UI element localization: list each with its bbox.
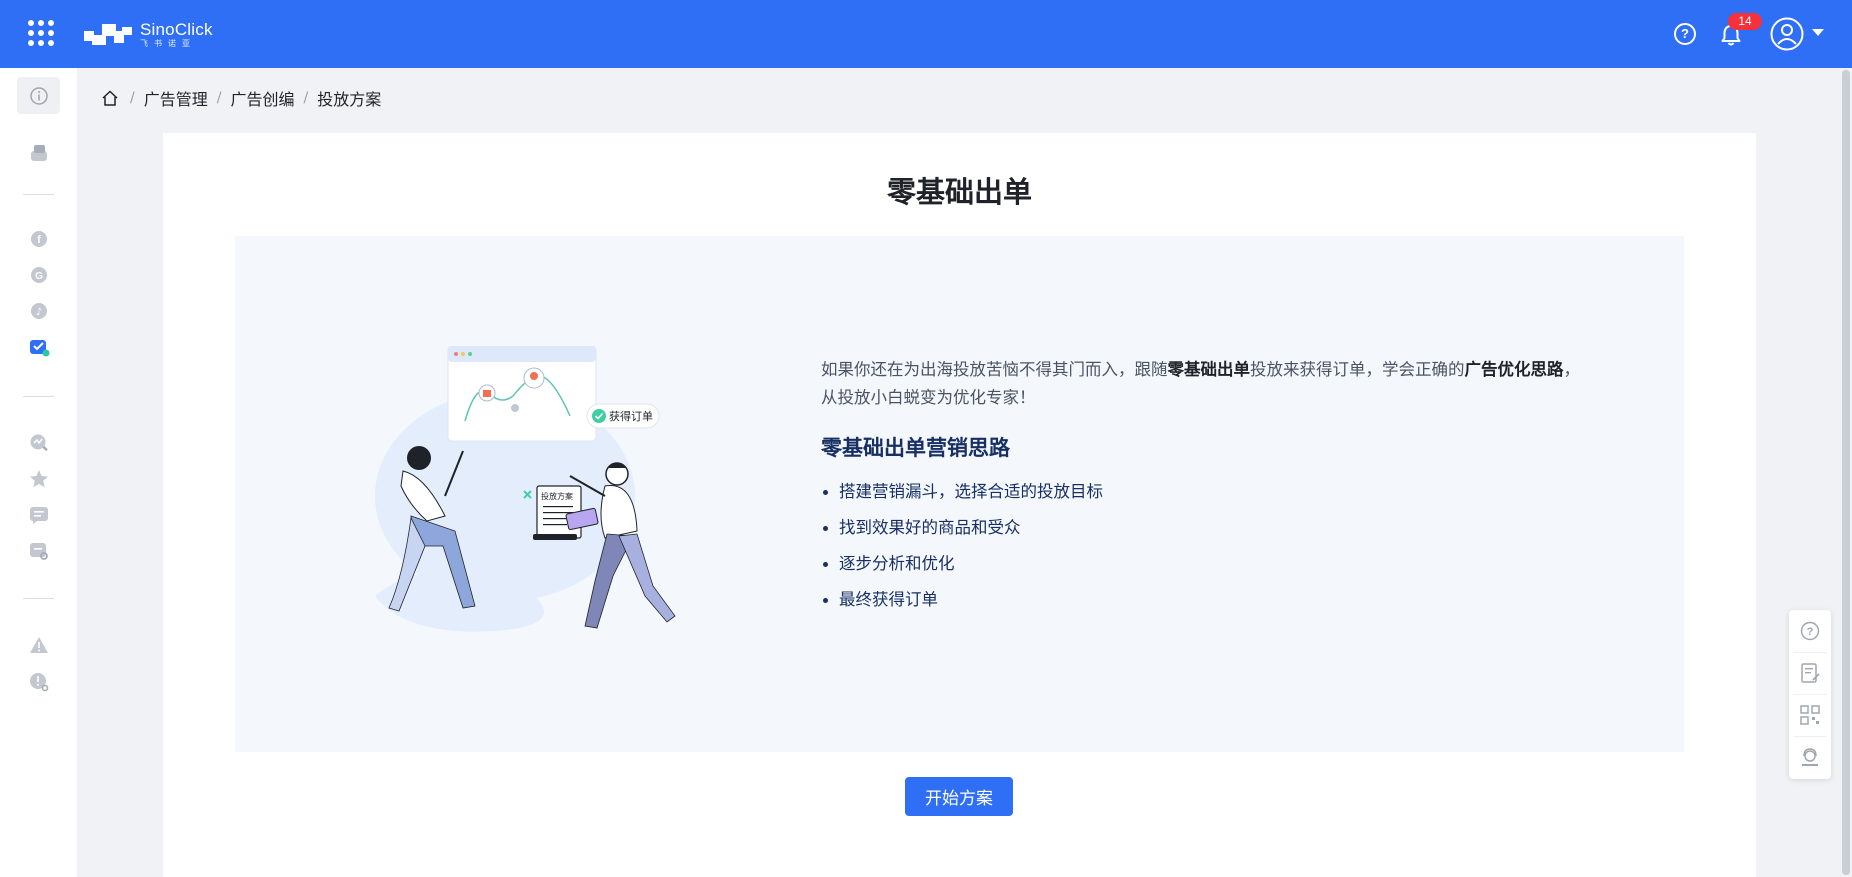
sidebar-item-facebook[interactable]: f xyxy=(26,226,52,252)
svg-text:♪: ♪ xyxy=(36,307,42,318)
floating-tools: ? xyxy=(1789,610,1831,779)
intro-paragraph: 如果你还在为出海投放苦恼不得其门而入，跟随零基础出单投放来获得订单，学会正确的广… xyxy=(821,356,1581,412)
breadcrumb-ad-management[interactable]: 广告管理 xyxy=(144,86,208,110)
breadcrumb-ad-creation[interactable]: 广告创编 xyxy=(230,86,294,110)
svg-text:G: G xyxy=(35,271,43,282)
facebook-icon: f xyxy=(31,231,47,247)
scroll-thumb[interactable] xyxy=(1842,70,1850,875)
home-icon[interactable] xyxy=(101,88,121,108)
list-item: 搭建营销漏斗，选择合适的投放目标 xyxy=(821,474,1581,510)
intro-text-part: 如果你还在为出海投放苦恼不得其门而入，跟随 xyxy=(821,360,1168,379)
sidebar-divider xyxy=(23,194,54,195)
google-icon: G xyxy=(31,267,47,283)
illustration-doc-label: 投放方案 xyxy=(541,491,573,501)
sidebar-item-warnings[interactable] xyxy=(26,633,52,659)
customer-service-icon xyxy=(1802,748,1818,766)
alert-search-icon xyxy=(30,673,49,692)
chat-search-icon xyxy=(30,543,48,560)
sidebar-item-favorites[interactable] xyxy=(26,466,52,492)
illustration: 获得订单 投放方案 xyxy=(375,346,676,632)
question-circle-icon[interactable]: ? xyxy=(1674,23,1696,45)
logo-mark-icon xyxy=(84,24,132,45)
logo-subtext: 飞书诺亚 xyxy=(140,38,196,48)
sidebar-item-info[interactable] xyxy=(17,77,60,114)
message-list-icon xyxy=(30,507,48,524)
sidebar-item-cards[interactable] xyxy=(26,140,52,166)
breadcrumb-current-page: 投放方案 xyxy=(317,90,382,109)
user-avatar-icon[interactable] xyxy=(1770,17,1804,51)
start-plan-button[interactable]: 开始方案 xyxy=(905,777,1013,816)
sidebar-item-campaign[interactable] xyxy=(26,334,52,360)
sidebar-divider xyxy=(23,396,54,397)
chart-search-icon xyxy=(30,434,48,452)
tiktok-icon: ♪ xyxy=(31,303,47,319)
info-circle-icon xyxy=(29,86,48,105)
list-item: 最终获得订单 xyxy=(821,582,1581,618)
sidebar-divider xyxy=(23,598,54,599)
question-circle-icon: ? xyxy=(1800,621,1820,641)
caret-down-icon[interactable] xyxy=(1812,29,1824,36)
section-title: 零基础出单营销思路 xyxy=(821,436,1010,460)
breadcrumb: / 广告管理 / 广告创编 / 投放方案 xyxy=(101,86,381,110)
strategy-list: 搭建营销漏斗，选择合适的投放目标 找到效果好的商品和受众 逐步分析和优化 最终获… xyxy=(821,474,1581,618)
sidebar-item-tiktok[interactable]: ♪ xyxy=(26,298,52,324)
sidebar-item-messages[interactable] xyxy=(26,502,52,528)
intro-panel: 获得订单 投放方案 如果你还在为出海投放苦恼不得其门而入，跟随零基础出单投放来获… xyxy=(235,236,1684,752)
star-icon xyxy=(30,470,48,488)
customer-service-tool-button[interactable] xyxy=(1789,736,1831,778)
top-bar: SinoClick 飞书诺亚 ? 14 xyxy=(0,0,1852,68)
qr-code-icon xyxy=(1800,705,1820,725)
sidebar-item-google[interactable]: G xyxy=(26,262,52,288)
warning-icon xyxy=(30,637,48,653)
sidebar-item-chat-search[interactable] xyxy=(26,538,52,564)
svg-text:?: ? xyxy=(1807,626,1814,638)
side-rail: f G ♪ xyxy=(0,68,77,877)
qr-code-tool-button[interactable] xyxy=(1789,694,1831,736)
breadcrumb-separator: / xyxy=(303,90,309,106)
breadcrumb-separator: / xyxy=(130,90,135,106)
page-title: 零基础出单 xyxy=(886,175,1032,209)
svg-text:f: f xyxy=(37,234,41,246)
sidebar-item-alerts[interactable] xyxy=(26,669,52,695)
sidebar-item-analytics[interactable] xyxy=(26,430,52,456)
notification-badge[interactable]: 14 xyxy=(1728,13,1762,30)
list-item: 找到效果好的商品和受众 xyxy=(821,510,1581,546)
list-item: 逐步分析和优化 xyxy=(821,546,1581,582)
sinoclick-logo[interactable]: SinoClick 飞书诺亚 xyxy=(84,20,213,48)
intro-text: 如果你还在为出海投放苦恼不得其门而入，跟随零基础出单投放来获得订单，学会正确的广… xyxy=(821,356,1581,618)
apps-grid-icon[interactable] xyxy=(28,20,54,46)
logo-text: SinoClick xyxy=(140,19,213,39)
feedback-tool-button[interactable] xyxy=(1789,652,1831,694)
help-tool-button[interactable]: ? xyxy=(1789,610,1831,652)
intro-bold-optimization: 广告优化思路 xyxy=(1464,360,1564,379)
feedback-edit-icon xyxy=(1801,663,1820,683)
content-card: 零基础出单 获得订单 投放方案 如果你还在为出海投放苦恼不得其门而入，跟随零基础… xyxy=(163,133,1756,877)
illustration-badge-label: 获得订单 xyxy=(609,410,653,423)
vertical-scrollbar[interactable] xyxy=(1840,68,1852,877)
intro-text-part: 投放来获得订单，学会正确的 xyxy=(1250,360,1465,379)
megaphone-icon xyxy=(30,340,50,357)
breadcrumb-separator: / xyxy=(216,90,222,106)
cards-icon xyxy=(31,145,47,161)
intro-bold-program: 零基础出单 xyxy=(1167,360,1251,379)
